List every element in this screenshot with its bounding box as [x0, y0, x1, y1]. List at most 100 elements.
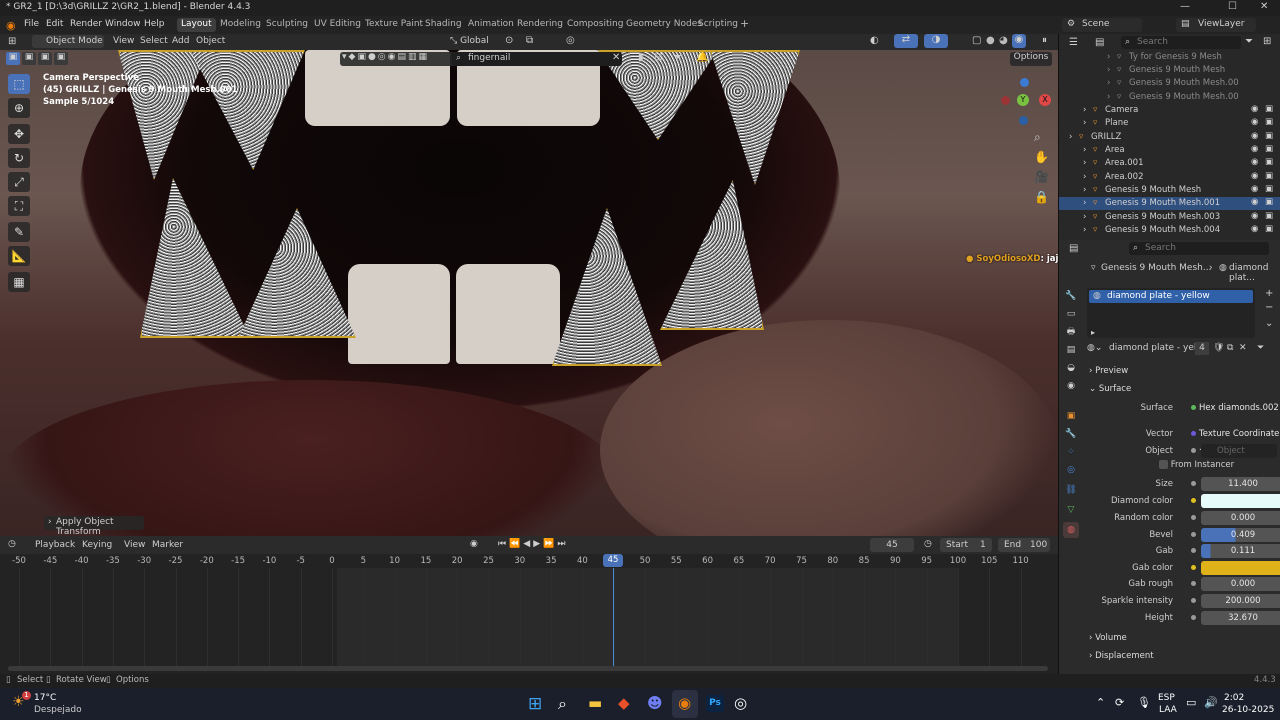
tab-layout[interactable]: Layout [177, 18, 216, 32]
xray-icon[interactable]: ▢ [972, 35, 981, 46]
minimize-button[interactable]: — [1180, 1, 1190, 12]
shading-rendered-icon[interactable]: ◉ [1012, 34, 1026, 48]
gizmo-negx-axis-icon[interactable] [1001, 96, 1010, 105]
outliner-row[interactable]: › ▿ Area.001 ◉ ▣ [1059, 157, 1280, 170]
socket-dot-icon[interactable] [1191, 548, 1196, 553]
proportional-icon[interactable]: ◎ [566, 35, 575, 46]
visibility-icon[interactable]: ◐ [870, 35, 879, 46]
remove-slot-icon[interactable]: − [1265, 302, 1273, 313]
viewport-filter-icons[interactable]: ▾◆▣●◎◉▤▥▦ [340, 52, 458, 66]
socket-dot-icon[interactable] [1191, 448, 1196, 453]
notification-icon[interactable]: 🔔 [696, 52, 708, 63]
shading-material-icon[interactable]: ◕ [999, 35, 1008, 46]
add-workspace-icon[interactable]: + [740, 17, 749, 30]
tab-texture-paint[interactable]: Texture Paint [365, 19, 423, 29]
property-field[interactable]: 32.670 [1201, 611, 1280, 625]
tool-transform-icon[interactable]: ⛶ [8, 196, 30, 216]
overlay-toggle-icon[interactable]: ◑ [924, 34, 948, 48]
clear-search-icon[interactable]: ✕ [612, 52, 620, 63]
render-toggle-icon[interactable]: ▣ [1265, 184, 1273, 194]
timeline-scrollbar[interactable] [8, 666, 1048, 671]
visibility-eye-icon[interactable]: ◉ [1251, 104, 1258, 114]
camera-view-icon[interactable]: 🎥 [1034, 170, 1049, 184]
blender-logo-icon[interactable]: ◉ [6, 19, 16, 32]
tab-sculpting[interactable]: Sculpting [266, 19, 308, 29]
visibility-eye-icon[interactable]: ◉ [1251, 197, 1258, 207]
socket-dot-icon[interactable] [1191, 405, 1196, 410]
visibility-eye-icon[interactable]: ◉ [1251, 157, 1258, 167]
render-toggle-icon[interactable]: ▣ [1265, 171, 1273, 181]
timeline-area[interactable]: -50 -45 -40 -35 -30 -25 -20 -15 -10 -5 0 5 10 15 20 25 3… [0, 554, 1058, 674]
playback-controls[interactable]: ⏮⏪◀▶⏩⏭ [498, 539, 568, 549]
maximize-button[interactable]: ☐ [1228, 1, 1237, 12]
slot-expand-icon[interactable]: ▸ [1091, 328, 1095, 337]
expand-arrow-icon[interactable]: › [1107, 52, 1110, 62]
pause-render-icon[interactable]: ⏸ [1042, 35, 1047, 46]
visibility-eye-icon[interactable]: ◉ [1251, 117, 1258, 127]
menu-file[interactable]: File [24, 19, 39, 29]
outliner-row[interactable]: › ▿ Genesis 9 Mouth Mesh [1059, 64, 1280, 77]
menu-help[interactable]: Help [144, 19, 165, 29]
select-extend-mode-icon[interactable]: ▣ [22, 52, 36, 65]
volume-icon[interactable]: 🔊 [1204, 696, 1218, 709]
expand-arrow-icon[interactable]: › [1083, 105, 1086, 115]
socket-dot-icon[interactable] [1191, 532, 1196, 537]
new-collection-icon[interactable]: ⊞ [1263, 36, 1271, 47]
visibility-eye-icon[interactable]: ◉ [1251, 184, 1258, 194]
3d-viewport[interactable]: Camera Perspective (45) GRILLZ | Genesis… [0, 50, 1058, 536]
keyboard-lang[interactable]: ESP [1158, 693, 1175, 703]
shading-solid-icon[interactable]: ● [986, 35, 995, 46]
outliner-row[interactable]: › ▿ Plane ◉ ▣ [1059, 117, 1280, 130]
microphone-icon[interactable]: 🎙 [1137, 696, 1151, 709]
timeline-menu-view[interactable]: View [124, 540, 145, 550]
property-field[interactable]: 0.409 [1201, 528, 1280, 542]
tab-tool-icon[interactable]: 🔧 [1063, 288, 1079, 304]
expand-arrow-icon[interactable]: › [1083, 198, 1086, 208]
duplicate-material-icon[interactable]: ⧉ [1227, 343, 1233, 353]
record-icon[interactable]: ◉ [470, 539, 478, 549]
select-intersect-mode-icon[interactable]: ▣ [54, 52, 68, 65]
select-subtract-mode-icon[interactable]: ▣ [38, 52, 52, 65]
property-field[interactable]: Texture Coordinate | ... [1199, 427, 1280, 453]
tab-material-icon[interactable]: ◍ [1063, 522, 1079, 538]
photoshop-icon[interactable]: Ps [706, 695, 724, 712]
gizmo-y-axis-icon[interactable]: Y [1017, 94, 1029, 106]
unlink-material-icon[interactable]: ✕ [1239, 343, 1247, 353]
render-toggle-icon[interactable]: ▣ [1265, 157, 1273, 167]
outliner-filter-icon[interactable]: ⏷ [1245, 36, 1253, 47]
tab-scene-icon[interactable]: ◒ [1063, 360, 1079, 376]
expand-arrow-icon[interactable]: › [1083, 118, 1086, 128]
obs-icon[interactable]: ◎ [734, 694, 747, 712]
tool-move-icon[interactable]: ✥ [8, 124, 30, 144]
fake-user-icon[interactable]: 🛡 [1213, 343, 1224, 353]
scene-selector[interactable]: ⚙ Scene [1062, 18, 1142, 32]
gizmo-x-axis-icon[interactable]: X [1039, 94, 1051, 106]
tab-compositing[interactable]: Compositing [567, 19, 623, 29]
tab-scripting[interactable]: Scripting [698, 19, 738, 29]
snap-icon[interactable]: ⧉ [526, 35, 533, 46]
section-preview[interactable]: › Preview [1089, 366, 1128, 376]
visibility-eye-icon[interactable]: ◉ [1251, 224, 1258, 234]
timeline-menu-keying[interactable]: Keying [82, 540, 112, 550]
tab-uv-editing[interactable]: UV Editing [314, 19, 361, 29]
gizmo-toggle-icon[interactable]: ⇄ [894, 34, 918, 48]
expand-arrow-icon[interactable]: › [1083, 185, 1086, 195]
tab-object-icon[interactable]: ▣ [1063, 408, 1079, 424]
property-field[interactable] [1201, 494, 1280, 508]
mode-selector[interactable]: Object Mode [32, 35, 104, 48]
material-slot-selected[interactable]: ◍ diamond plate - yellow [1089, 290, 1253, 303]
tab-world-icon[interactable]: ◉ [1063, 378, 1079, 394]
outliner-row[interactable]: › ▿ Genesis 9 Mouth Mesh ◉ ▣ [1059, 184, 1280, 197]
transform-orientation[interactable]: ⤡ Global [450, 36, 489, 46]
viewlayer-selector[interactable]: ▤ ViewLayer [1176, 18, 1256, 32]
tray-chevron-icon[interactable]: ⌃ [1096, 696, 1105, 709]
tab-particles-icon[interactable]: ⁘ [1063, 444, 1079, 460]
menu-window[interactable]: Window [105, 19, 141, 29]
current-frame-field[interactable]: 45 [870, 538, 914, 552]
from-instancer-checkbox[interactable]: From Instancer [1159, 460, 1234, 470]
viewport-menu-view[interactable]: View [113, 36, 134, 46]
socket-dot-icon[interactable] [1191, 498, 1196, 503]
tool-select-icon[interactable]: ⬚ [8, 74, 30, 94]
tab-output-icon[interactable]: 🖶 [1063, 324, 1079, 340]
menu-render[interactable]: Render [70, 19, 102, 29]
